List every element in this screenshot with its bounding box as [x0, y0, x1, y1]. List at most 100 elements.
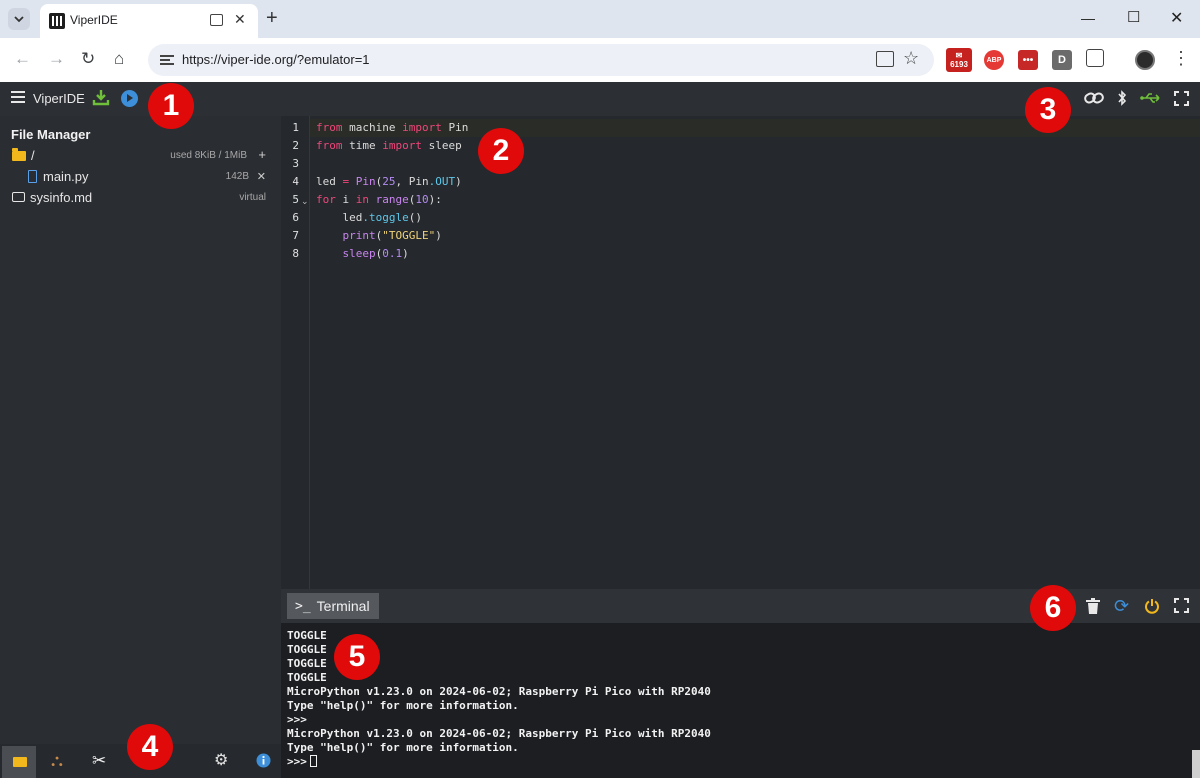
code-line: print("TOGGLE"): [342, 229, 442, 242]
download-save-icon[interactable]: [92, 88, 110, 106]
minimize-icon[interactable]: —: [1081, 10, 1095, 26]
bluetooth-icon[interactable]: [1117, 90, 1127, 106]
line-number: 5: [292, 193, 299, 206]
kw-import: import: [402, 121, 442, 134]
terminal-line: Type "help()" for more information.: [287, 741, 519, 754]
hamburger-menu-icon[interactable]: [11, 91, 25, 103]
terminal-fullscreen-icon[interactable]: [1174, 598, 1189, 613]
usb-icon[interactable]: [1140, 92, 1162, 104]
delete-file-button[interactable]: ✕: [257, 170, 266, 183]
tab-search-button[interactable]: [8, 8, 30, 30]
password-manager-extension-icon[interactable]: •••: [1018, 50, 1038, 70]
profile-avatar[interactable]: [1135, 50, 1155, 70]
terminal-prompt-line[interactable]: >>>: [287, 755, 317, 769]
ident-machine: machine: [349, 121, 396, 134]
viperide-app: ViperIDE File Manager / used 8KiB / 1MiB…: [0, 82, 1200, 778]
forward-arrow-icon[interactable]: →: [48, 49, 65, 69]
terminal-line: TOGGLE: [287, 629, 327, 642]
tab-title: ViperIDE: [70, 13, 118, 27]
ident-time: time: [349, 139, 376, 152]
file-row-sysinfo-md[interactable]: sysinfo.md virtual: [0, 188, 281, 208]
file-size: 142B: [225, 171, 249, 182]
reload-icon[interactable]: ↻: [81, 49, 95, 69]
line-number: 1: [292, 121, 299, 134]
callout-marker-6: 6: [1030, 585, 1076, 631]
str-toggle: "TOGGLE": [382, 229, 436, 242]
monitor-icon: [12, 192, 25, 202]
browser-menu-icon[interactable]: ⋮: [1172, 48, 1190, 68]
mail-extension-icon[interactable]: ✉ 6193: [946, 48, 972, 72]
code-line: from time import sleep: [316, 137, 462, 155]
site-info-icon[interactable]: [160, 53, 176, 67]
file-manager-title: File Manager: [11, 127, 91, 142]
terminal-line: MicroPython v1.23.0 on 2024-06-02; Raspb…: [287, 727, 711, 740]
callout-marker-1: 1: [148, 83, 194, 129]
trash-icon[interactable]: [1086, 598, 1100, 614]
kw-from: from: [316, 121, 343, 134]
adblock-extension-icon[interactable]: ABP: [984, 50, 1004, 70]
code-line: led = Pin(25, Pin.OUT): [316, 175, 462, 188]
packages-icon[interactable]: ⛬: [51, 752, 63, 770]
folder-icon: [12, 148, 26, 161]
tab-media-icon: [210, 14, 223, 26]
install-app-icon[interactable]: [876, 51, 894, 67]
tools-icon[interactable]: ✂: [92, 752, 106, 770]
add-file-button[interactable]: +: [258, 147, 266, 162]
kw-in: in: [355, 193, 369, 206]
fullscreen-icon[interactable]: [1174, 91, 1189, 106]
num-10: 10: [415, 193, 429, 206]
power-icon[interactable]: [1144, 598, 1160, 614]
code-line: sleep(0.1): [342, 247, 409, 260]
tab-close-button[interactable]: ✕: [234, 11, 246, 28]
maximize-icon[interactable]: ☐: [1127, 8, 1140, 26]
bookmark-star-icon[interactable]: ☆: [903, 48, 919, 69]
file-row-main-py[interactable]: main.py 142B ✕: [0, 167, 281, 187]
terminal-line: TOGGLE: [287, 657, 327, 670]
line-number: 8: [292, 247, 299, 260]
line-number: 3: [292, 157, 299, 170]
close-window-icon[interactable]: ✕: [1170, 8, 1183, 28]
root-folder-row[interactable]: / used 8KiB / 1MiB +: [0, 146, 281, 166]
terminal-tab[interactable]: >_ Terminal: [287, 593, 379, 619]
call-sleep: sleep: [342, 247, 376, 260]
line-number-gutter: 1 2 3 4 5 6 7 8 ⌄: [281, 116, 310, 589]
refresh-icon[interactable]: ⟳: [1114, 597, 1129, 615]
terminal-prompt: >>>: [287, 755, 307, 768]
browser-tab[interactable]: ViperIDE ✕: [40, 4, 258, 38]
viperide-favicon-icon: [49, 13, 65, 29]
terminal-line: MicroPython v1.23.0 on 2024-06-02; Raspb…: [287, 685, 711, 698]
code-editor[interactable]: 1 2 3 4 5 6 7 8 ⌄ from machine import Pi…: [281, 116, 1200, 589]
ident-led: led: [342, 211, 363, 224]
terminal-scrollbar[interactable]: [1192, 750, 1200, 778]
settings-gear-icon[interactable]: ⚙: [214, 752, 228, 770]
num-25: 25: [382, 175, 396, 188]
d-extension-icon[interactable]: D: [1052, 50, 1072, 70]
terminal-line: >>>: [287, 713, 307, 726]
file-name: sysinfo.md: [30, 190, 93, 205]
terminal-line: TOGGLE: [287, 671, 327, 684]
info-icon[interactable]: [256, 753, 271, 768]
kw-from: from: [316, 139, 343, 152]
back-arrow-icon[interactable]: ←: [14, 49, 31, 69]
num-0-1: 0.1: [382, 247, 403, 260]
fold-caret-icon[interactable]: ⌄: [301, 196, 309, 207]
root-folder-name: /: [31, 148, 35, 163]
terminal-cursor: [309, 755, 317, 767]
extensions-puzzle-icon[interactable]: [1086, 49, 1104, 67]
home-icon[interactable]: ⌂: [114, 49, 124, 69]
link-icon[interactable]: [1083, 90, 1105, 106]
terminal-output[interactable]: TOGGLE TOGGLE TOGGLE TOGGLE MicroPython …: [281, 623, 1200, 778]
new-tab-button[interactable]: +: [266, 6, 278, 30]
files-view-button[interactable]: [2, 746, 36, 778]
run-play-icon[interactable]: [121, 90, 138, 107]
call-range: range: [375, 193, 409, 206]
ident-pin: Pin: [408, 175, 429, 188]
chevron-down-icon: [14, 16, 24, 23]
file-icon: [28, 170, 37, 183]
code-area[interactable]: from machine import Pin from time import…: [310, 116, 1200, 589]
address-bar[interactable]: https://viper-ide.org/?emulator=1 ☆: [148, 44, 934, 76]
line-number: 7: [292, 229, 299, 242]
attr-out: .OUT: [428, 175, 456, 188]
url-text[interactable]: https://viper-ide.org/?emulator=1: [182, 52, 370, 67]
file-manager-panel: File Manager / used 8KiB / 1MiB + main.p…: [0, 116, 281, 778]
